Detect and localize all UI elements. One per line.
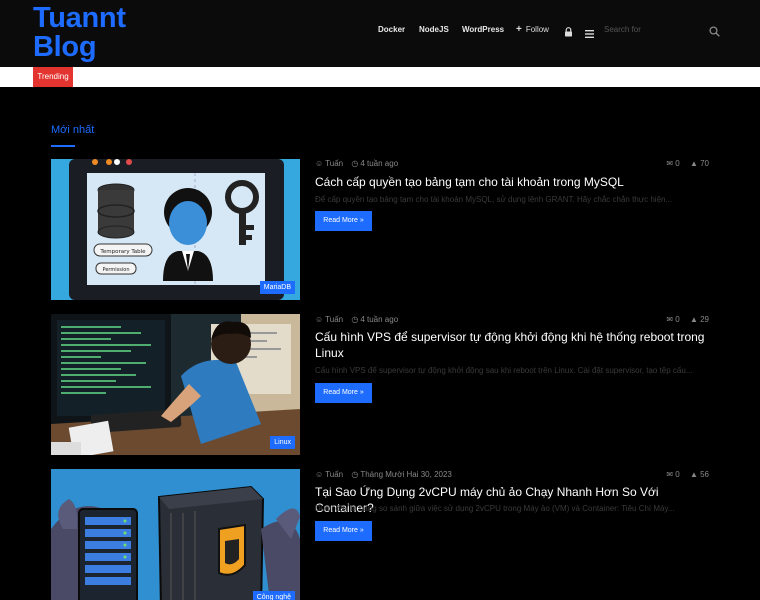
clock-icon: ◷	[351, 315, 359, 324]
post-stats: ✉ 0 ▲ 56	[666, 470, 709, 479]
post-meta: ☺ Tuấn ◷ 4 tuần ago	[315, 159, 398, 168]
post-excerpt: Để cấp quyền tạo bảng tạm cho tài khoản …	[315, 195, 673, 204]
search-input[interactable]	[604, 20, 704, 38]
thumb-label-temporary-table: Temporary Table	[99, 249, 146, 255]
section-title: Mới nhất	[51, 124, 95, 136]
post-thumbnail[interactable]: Công nghệ	[51, 469, 300, 600]
logo-line-1: Tuannt	[33, 2, 126, 34]
post-item: Công nghệ ☺ Tuấn ◷ Tháng Mười Hai 30, 2023…	[51, 469, 711, 600]
post-thumbnail[interactable]: Temporary Table Permission MariaDB	[51, 159, 300, 300]
post-date: 4 tuần ago	[360, 159, 399, 168]
post-author[interactable]: Tuấn	[325, 159, 343, 168]
comment-count[interactable]: 0	[675, 159, 679, 168]
trending-button[interactable]: Trending	[33, 67, 73, 87]
read-more-button[interactable]: Read More »	[315, 211, 372, 231]
follow-label: Follow	[525, 25, 549, 34]
nav-wordpress[interactable]: WordPress	[462, 22, 504, 38]
post-author[interactable]: Tuấn	[325, 315, 343, 324]
clock-icon: ◷	[351, 470, 359, 479]
views-icon: ▲	[689, 470, 698, 479]
user-icon: ☺	[315, 159, 324, 168]
nav-nodejs[interactable]: NodeJS	[419, 22, 449, 38]
views-icon: ▲	[689, 159, 698, 168]
post-title[interactable]: Cấu hình VPS để supervisor tự động khởi …	[315, 329, 711, 361]
comments-icon: ✉	[666, 315, 674, 324]
trending-bar	[0, 67, 760, 87]
comments-icon: ✉	[666, 470, 674, 479]
logo-line-2: Blog	[33, 31, 97, 63]
post-date: 4 tuần ago	[360, 315, 399, 324]
nav-docker[interactable]: Docker	[378, 22, 405, 38]
search-icon[interactable]	[709, 24, 720, 37]
comment-count[interactable]: 0	[675, 470, 679, 479]
thumb-label-permission: Permission	[103, 267, 130, 273]
post-meta: ☺ Tuấn ◷ Tháng Mười Hai 30, 2023	[315, 470, 452, 479]
lock-icon[interactable]	[564, 24, 573, 37]
post-meta: ☺ Tuấn ◷ 4 tuần ago	[315, 315, 398, 324]
view-count: 56	[700, 470, 709, 479]
post-author[interactable]: Tuấn	[325, 470, 343, 479]
post-excerpt: Dưới đây là bảng so sánh giữa việc sử dụ…	[315, 504, 675, 513]
read-more-button[interactable]: Read More »	[315, 521, 372, 541]
clock-icon: ◷	[351, 159, 359, 168]
menu-icon[interactable]	[585, 25, 594, 38]
comment-count[interactable]: 0	[675, 315, 679, 324]
follow-button[interactable]: + Follow	[516, 22, 549, 38]
post-thumbnail[interactable]: Linux	[51, 314, 300, 455]
post-stats: ✉ 0 ▲ 29	[666, 315, 709, 324]
post-item: Linux ☺ Tuấn ◷ 4 tuần ago ✉ 0 ▲ 29 Cấu hìn…	[51, 314, 711, 455]
category-badge[interactable]: Linux	[270, 436, 295, 449]
post-item: Temporary Table Permission MariaDB ☺ Tuấn…	[51, 159, 711, 300]
plus-icon: +	[516, 24, 522, 35]
post-excerpt: Cấu hình VPS để supervisor tự động khởi …	[315, 366, 693, 375]
category-badge[interactable]: MariaDB	[259, 281, 295, 294]
section-underline	[51, 145, 75, 147]
post-title[interactable]: Cách cấp quyền tạo bảng tạm cho tài khoả…	[315, 174, 711, 190]
site-logo[interactable]: Tuannt Blog	[33, 4, 153, 62]
view-count: 29	[700, 315, 709, 324]
user-icon: ☺	[315, 470, 324, 479]
read-more-button[interactable]: Read More »	[315, 383, 372, 403]
user-icon: ☺	[315, 315, 324, 324]
view-count: 70	[700, 159, 709, 168]
comments-icon: ✉	[666, 159, 674, 168]
views-icon: ▲	[689, 315, 698, 324]
site-header: Tuannt Blog Docker NodeJS WordPress + Fol…	[0, 0, 760, 67]
post-date: Tháng Mười Hai 30, 2023	[360, 470, 452, 479]
category-badge[interactable]: Công nghệ	[252, 591, 295, 600]
post-stats: ✉ 0 ▲ 70	[666, 159, 709, 168]
